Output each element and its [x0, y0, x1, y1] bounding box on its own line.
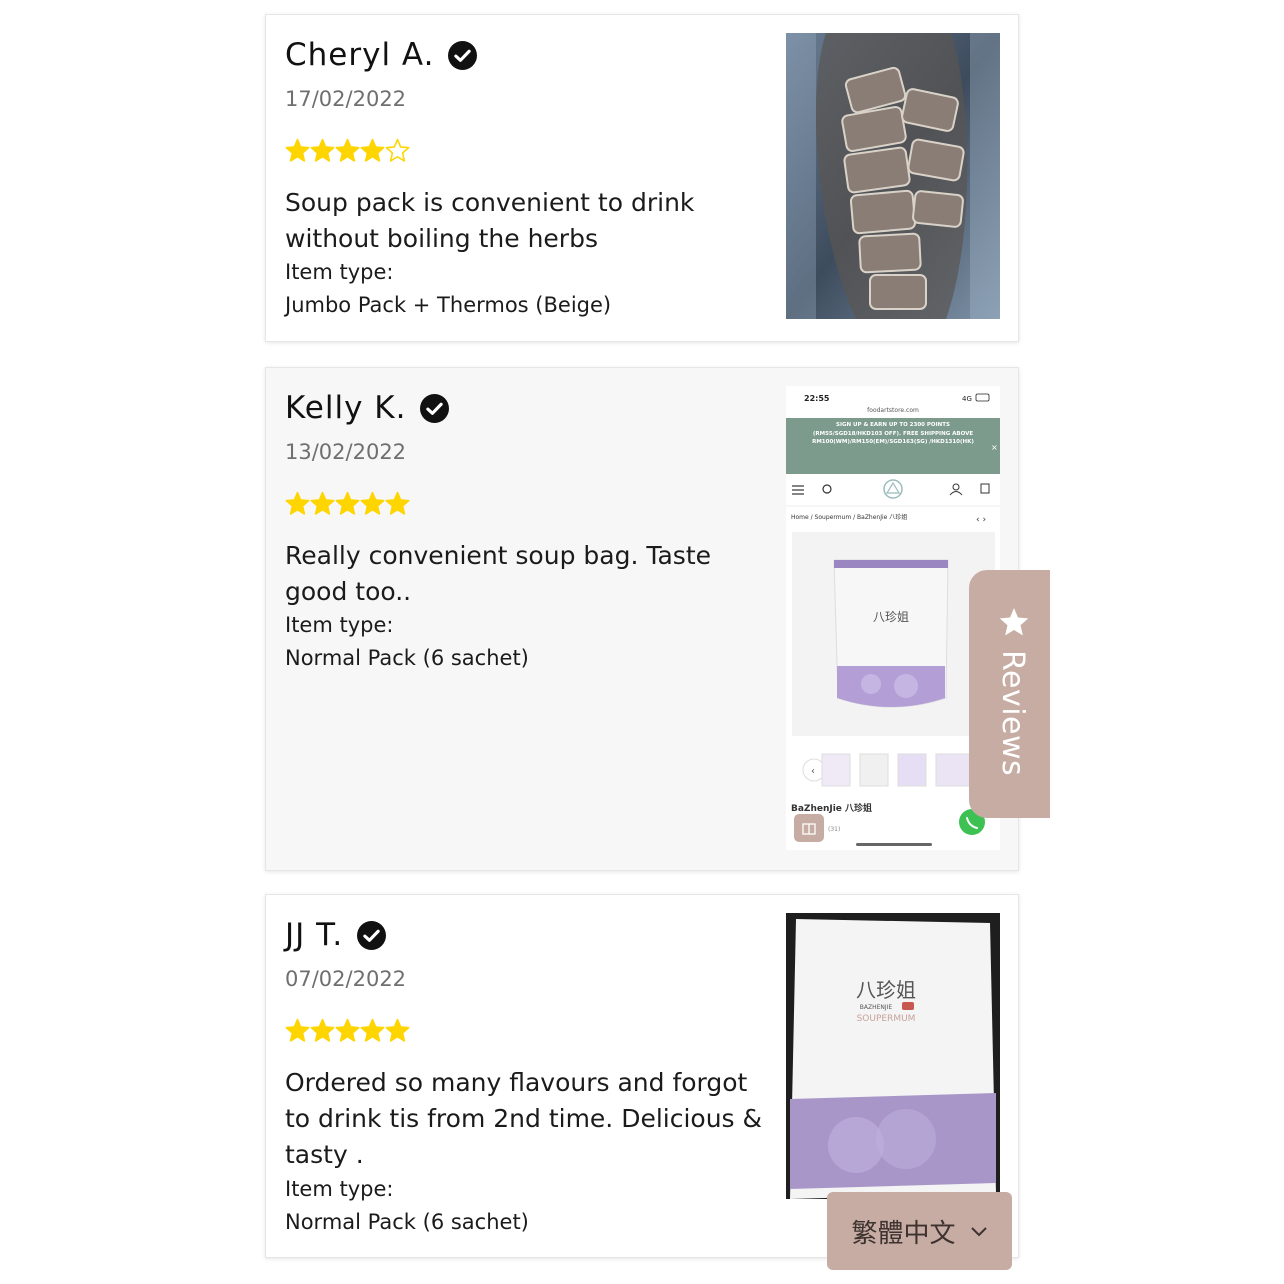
reviews-tab[interactable]: Reviews — [969, 570, 1050, 818]
star-filled-icon — [335, 491, 360, 515]
breadcrumb: Home / Soupermum / BaZhenJie 八珍姐 — [791, 514, 908, 521]
star-filled-icon — [360, 138, 385, 162]
item-type-value: Normal Pack (6 sachet) — [285, 646, 529, 670]
review-date: 07/02/2022 — [285, 967, 407, 991]
package-brand-cn: 八珍姐 — [856, 978, 916, 1002]
review-date: 13/02/2022 — [285, 440, 407, 464]
reviews-tab-label: Reviews — [995, 650, 1030, 777]
language-switch-button[interactable]: 繁體中文 — [827, 1192, 1012, 1270]
star-filled-icon — [385, 491, 410, 515]
star-filled-icon — [310, 1018, 335, 1042]
chevron-down-icon — [970, 1227, 987, 1237]
reviewer-name: JJ T. — [285, 917, 344, 953]
star-filled-icon — [285, 491, 310, 515]
review-photo[interactable]: 22:55 4G foodartstore.com SIGN UP & EARN… — [786, 386, 1000, 850]
review-text: Soup pack is convenient to drink without… — [285, 188, 695, 253]
item-type-label: Item type: — [285, 260, 394, 284]
review-date: 17/02/2022 — [285, 87, 407, 111]
star-filled-icon — [310, 491, 335, 515]
star-rating — [285, 491, 410, 516]
review-text: Ordered so many flavours and forgot to d… — [285, 1068, 763, 1169]
star-rating — [285, 138, 410, 163]
item-type-label: Item type: — [285, 613, 394, 637]
package-maker: SOUPERMUM — [857, 1014, 916, 1024]
package-photo: 八珍姐 BAZHENJIE SOUPERMUM — [786, 913, 1000, 1199]
reviewer-row: Cheryl A. — [285, 37, 478, 73]
status-signal: 4G — [962, 395, 972, 403]
svg-text:‹: ‹ — [811, 766, 815, 777]
verified-badge-icon — [357, 920, 387, 950]
status-url: foodartstore.com — [867, 407, 919, 414]
package-brand-en: BAZHENJIE — [860, 1004, 893, 1011]
review-card: Kelly K. 13/02/2022 Really convenient so… — [265, 367, 1019, 871]
svg-text:×: × — [991, 443, 998, 452]
star-rating — [285, 1018, 410, 1043]
star-filled-icon — [360, 1018, 385, 1042]
review-photo[interactable]: 八珍姐 BAZHENJIE SOUPERMUM — [786, 913, 1000, 1199]
verified-badge-icon — [420, 393, 450, 423]
review-photo[interactable] — [786, 33, 1000, 319]
reviewer-name: Kelly K. — [285, 390, 407, 426]
item-type-label: Item type: — [285, 1177, 394, 1201]
item-type-value: Normal Pack (6 sachet) — [285, 1210, 529, 1234]
product-name: BaZhenJie 八珍姐 — [791, 804, 873, 814]
phone-screenshot: 22:55 4G foodartstore.com SIGN UP & EARN… — [786, 386, 1000, 850]
star-filled-icon — [385, 1018, 410, 1042]
star-icon — [999, 608, 1029, 636]
star-filled-icon — [360, 491, 385, 515]
reviewer-name: Cheryl A. — [285, 37, 435, 73]
star-filled-icon — [310, 138, 335, 162]
star-filled-icon — [285, 1018, 310, 1042]
language-label: 繁體中文 — [851, 1218, 956, 1249]
review-text: Really convenient soup bag. Taste good t… — [285, 541, 712, 606]
soup-bags-photo — [786, 33, 1000, 319]
review-card: Cheryl A. 17/02/2022 Soup pack is conven… — [265, 14, 1019, 342]
reviewer-row: Kelly K. — [285, 390, 450, 426]
status-time: 22:55 — [804, 394, 830, 403]
svg-text:‹ ›: ‹ › — [976, 515, 986, 525]
promo-banner: SIGN UP & EARN UP TO 2300 POINTS (RM55/S… — [812, 422, 974, 445]
star-filled-icon — [335, 138, 360, 162]
reviewer-row: JJ T. — [285, 917, 387, 953]
review-count: (31) — [828, 826, 840, 833]
package-label: 八珍姐 — [873, 610, 909, 624]
star-filled-icon — [335, 1018, 360, 1042]
item-type-value: Jumbo Pack + Thermos (Beige) — [285, 293, 612, 317]
star-empty-icon — [385, 138, 410, 162]
star-filled-icon — [285, 138, 310, 162]
verified-badge-icon — [448, 40, 478, 70]
